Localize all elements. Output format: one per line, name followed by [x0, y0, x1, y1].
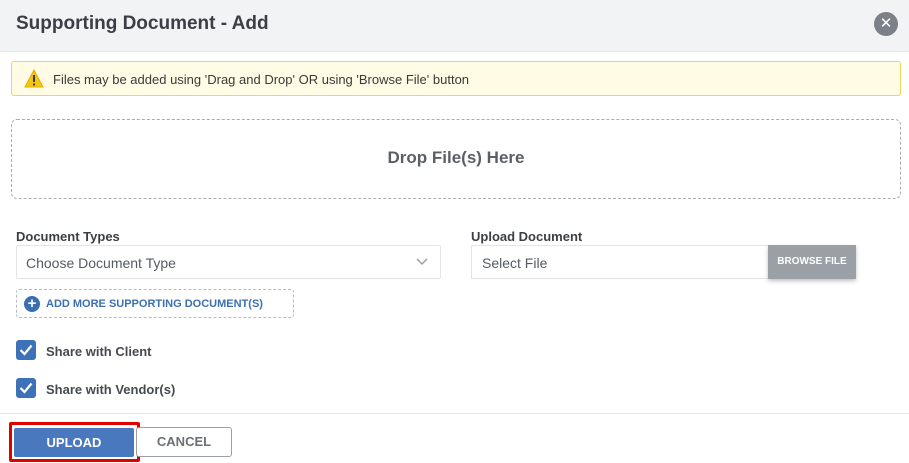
cancel-button[interactable]: CANCEL	[136, 427, 232, 457]
warning-icon	[24, 69, 44, 88]
document-type-select[interactable]: Choose Document Type	[16, 245, 441, 279]
add-more-label: ADD MORE SUPPORTING DOCUMENT(S)	[46, 298, 263, 310]
share-with-vendor-label: Share with Vendor(s)	[46, 382, 176, 397]
footer-divider	[0, 413, 909, 414]
chevron-down-icon	[416, 258, 428, 266]
share-with-vendor-checkbox[interactable]	[16, 378, 36, 398]
file-input-value: Select File	[482, 255, 548, 271]
upload-button[interactable]: UPLOAD	[14, 428, 134, 457]
alert-text: Files may be added using 'Drag and Drop'…	[53, 72, 470, 87]
dialog-title: Supporting Document - Add	[16, 13, 269, 34]
checkmark-icon	[19, 344, 33, 356]
browse-file-button[interactable]: BROWSE FILE	[768, 245, 856, 279]
info-alert: Files may be added using 'Drag and Drop'…	[11, 61, 901, 96]
document-type-value: Choose Document Type	[26, 255, 176, 271]
document-types-label: Document Types	[16, 229, 120, 244]
file-input[interactable]: Select File	[471, 245, 769, 279]
dropzone-text: Drop File(s) Here	[387, 148, 525, 167]
add-more-documents-button[interactable]: + ADD MORE SUPPORTING DOCUMENT(S)	[16, 289, 294, 318]
upload-document-label: Upload Document	[471, 229, 583, 244]
share-with-client-label: Share with Client	[46, 344, 152, 359]
file-dropzone[interactable]: Drop File(s) Here	[11, 119, 901, 199]
dialog-header: Supporting Document - Add ✕	[0, 0, 909, 52]
close-icon[interactable]: ✕	[874, 12, 898, 36]
checkmark-icon	[19, 382, 33, 394]
share-with-client-checkbox[interactable]	[16, 340, 36, 360]
plus-circle-icon: +	[24, 296, 40, 312]
